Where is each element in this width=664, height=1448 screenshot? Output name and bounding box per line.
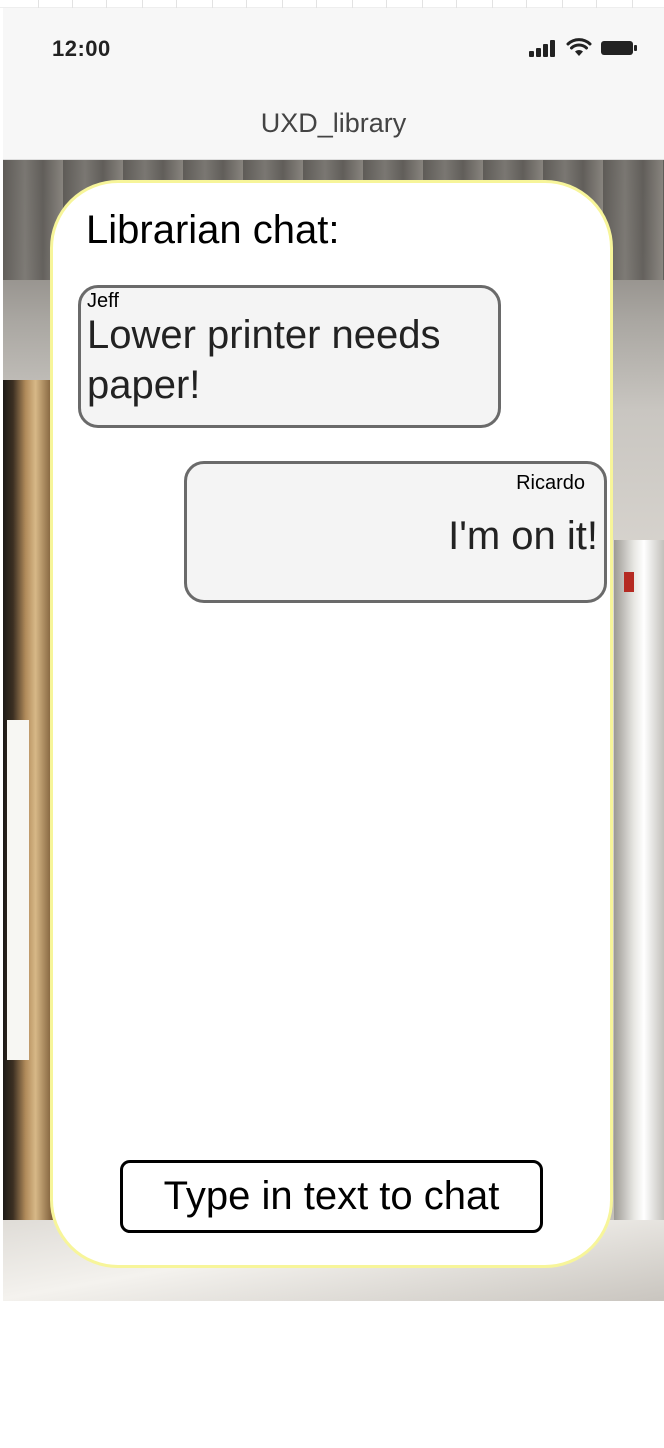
signal-icon [529,40,555,57]
app-title: UXD_library [260,108,407,138]
message-text: Lower printer needs paper! [87,313,441,407]
chat-text-input[interactable] [120,1160,543,1233]
message-text: I'm on it! [448,514,598,558]
status-time: 12:00 [52,36,111,61]
chat-heading: Librarian chat: [86,208,340,252]
wifi-icon [566,38,592,56]
battery-icon [601,41,637,55]
top-ruler [0,0,664,8]
nav-bar: UXD_library [3,88,664,160]
message-sender: Ricardo [516,472,585,494]
bottom-blank-area [0,1301,664,1448]
status-icons [528,38,638,58]
status-bar: 12:00 [3,8,664,88]
